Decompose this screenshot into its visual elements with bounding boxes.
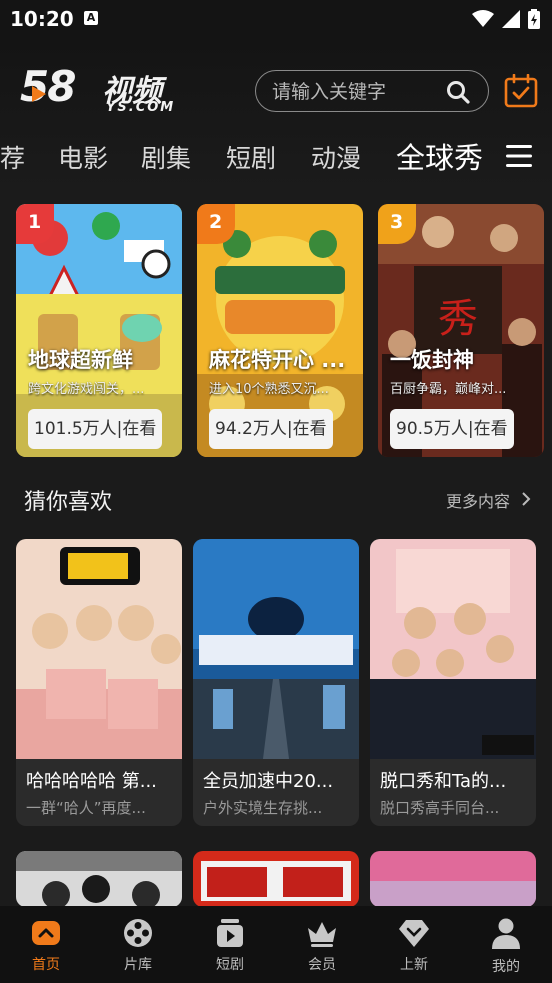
rank-viewers: 101.5万人|在看 (28, 409, 163, 449)
chevron-right-icon[interactable] (521, 492, 531, 506)
recommend-card[interactable] (370, 851, 536, 907)
tab-short-drama[interactable]: 短剧 (226, 139, 276, 175)
rank-title: 一饭封神 (390, 348, 474, 372)
rank-list: 1 地球超新鲜 跨文化游戏闯关，... 101.5万人|在看 2 麻花特开心 .… (0, 188, 552, 463)
tab-global-show[interactable]: 全球秀 (396, 135, 483, 177)
profile-icon (492, 918, 520, 949)
status-time: 10:20 (10, 7, 74, 31)
status-indicators (472, 9, 540, 29)
tab-movie[interactable]: 电影 (58, 139, 108, 175)
wifi-icon (472, 10, 494, 27)
nav-label: 上新 (400, 957, 428, 973)
logo-play-icon (32, 86, 46, 102)
poster-image (370, 539, 536, 759)
recommend-title: 全员加速中20... (203, 771, 334, 792)
nav-home[interactable]: 首页 (0, 918, 92, 974)
status-bar: 10:20 A (0, 0, 552, 38)
rank-description: 百厨争霸，巅峰对... (390, 382, 507, 397)
nav-profile[interactable]: 我的 (460, 918, 552, 976)
svg-text:秀: 秀 (438, 296, 478, 342)
tab-anime[interactable]: 动漫 (311, 139, 361, 175)
film-reel-icon (124, 919, 152, 947)
recommend-card[interactable]: 全员加速中20... 户外实境生存挑... (193, 539, 359, 826)
poster-image (193, 539, 359, 759)
logo-domain: YS.COM (106, 100, 176, 115)
rank-title: 地球超新鲜 (28, 348, 133, 372)
poster-image (16, 851, 182, 907)
nav-vip[interactable]: 会员 (276, 918, 368, 974)
recommend-card[interactable]: 哈哈哈哈哈 第... 一群“哈人”再度... (16, 539, 182, 826)
signal-icon (502, 10, 520, 28)
tab-series[interactable]: 剧集 (141, 139, 191, 175)
rank-description: 进入10个熟悉又沉... (209, 382, 329, 397)
search-input[interactable] (272, 79, 442, 105)
recommend-subtitle: 一群“哈人”再度... (26, 799, 146, 817)
nav-label: 首页 (32, 957, 60, 973)
nav-label: 我的 (492, 959, 520, 975)
search-bar[interactable] (255, 70, 489, 112)
crown-icon (308, 922, 336, 947)
nav-new[interactable]: 上新 (368, 918, 460, 974)
rank-card[interactable]: 2 麻花特开心 ... 进入10个熟悉又沉... 94.2万人|在看 (197, 204, 363, 457)
poster-image (370, 851, 536, 907)
calendar-checkin-icon[interactable] (504, 74, 538, 108)
rank-badge: 1 (16, 204, 54, 244)
nav-short-drama[interactable]: 短剧 (184, 918, 276, 974)
logo-number: 58 (20, 62, 76, 111)
rank-badge: 3 (378, 204, 416, 244)
app-logo[interactable]: 58 视频 YS.COM (20, 62, 190, 115)
recommend-title: 脱口秀和Ta的... (380, 771, 507, 792)
rank-card[interactable]: 秀 3 一饭封神 百厨争霸，巅峰对... 90.5万人|在看 (378, 204, 544, 457)
section-title: 猜你喜欢 (24, 490, 113, 515)
rank-viewers: 94.2万人|在看 (209, 409, 333, 449)
short-play-icon (217, 919, 243, 947)
rank-title: 麻花特开心 ... (209, 348, 346, 372)
notification-icon: A (84, 11, 98, 25)
search-icon[interactable] (446, 80, 470, 104)
poster-image (193, 851, 359, 907)
nav-label: 片库 (124, 957, 152, 973)
rank-description: 跨文化游戏闯关，... (28, 382, 145, 397)
more-content-link[interactable]: 更多内容 (446, 488, 510, 512)
rank-card[interactable]: 1 地球超新鲜 跨文化游戏闯关，... 101.5万人|在看 (16, 204, 182, 457)
poster-image (16, 539, 182, 759)
home-icon (32, 921, 60, 945)
nav-label: 短剧 (216, 957, 244, 973)
bottom-navigation: 首页 片库 短剧 会员 上新 我的 (0, 906, 552, 983)
recommend-card[interactable] (16, 851, 182, 907)
recommend-subtitle: 户外实境生存挑... (203, 799, 323, 817)
rank-badge: 2 (197, 204, 235, 244)
nav-label: 会员 (308, 957, 336, 973)
recommend-title: 哈哈哈哈哈 第... (26, 771, 157, 792)
recommend-card[interactable] (193, 851, 359, 907)
battery-icon (528, 9, 540, 29)
diamond-icon (399, 920, 429, 947)
recommend-card[interactable]: 脱口秀和Ta的... 脱口秀高手同台... (370, 539, 536, 826)
tab-recommend[interactable]: 荐 (0, 139, 25, 175)
nav-library[interactable]: 片库 (92, 918, 184, 974)
category-tabs: 荐 电影 剧集 短剧 动漫 全球秀 (0, 135, 552, 179)
menu-icon[interactable] (506, 144, 532, 168)
recommend-subtitle: 脱口秀高手同台... (380, 799, 500, 817)
rank-viewers: 90.5万人|在看 (390, 409, 514, 449)
